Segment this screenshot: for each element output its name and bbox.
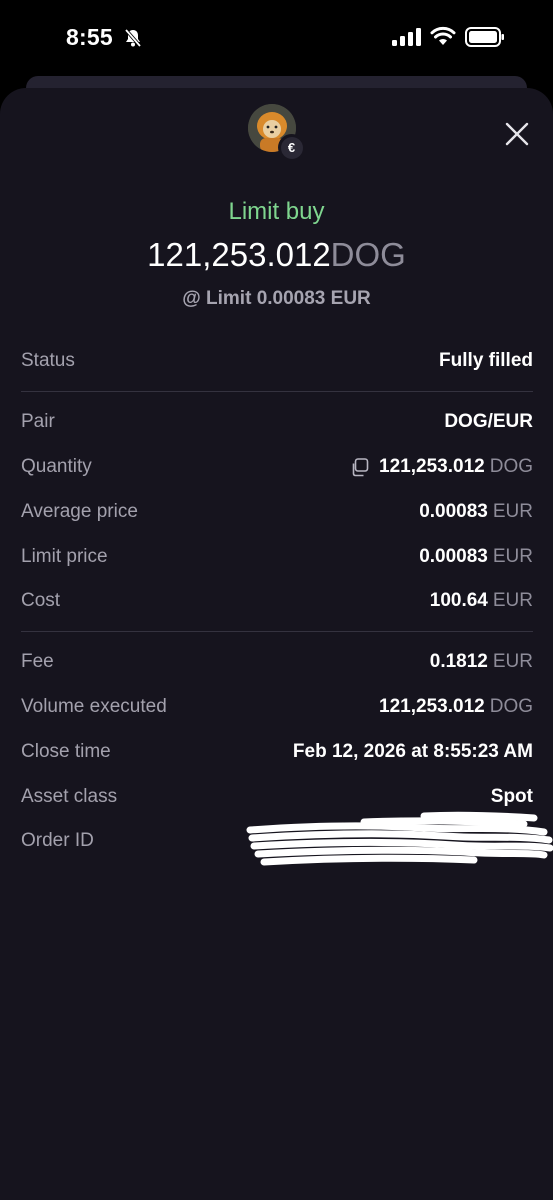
volume-executed-unit: DOG	[489, 696, 533, 717]
close-time-value: Feb 12, 2026 at 8:55:23 AM	[292, 741, 533, 762]
quantity-label: Quantity	[21, 456, 92, 477]
battery-icon	[465, 27, 504, 47]
limit-price-unit: EUR	[492, 546, 533, 567]
divider	[21, 631, 533, 632]
cost-label: Cost	[21, 590, 61, 611]
limit-price-row: Limit price 0.00083 EUR	[21, 542, 533, 572]
status-time: 8:55	[66, 24, 113, 50]
close-time-label: Close time	[21, 741, 111, 762]
asset-class-label: Asset class	[21, 786, 118, 807]
fee-row: Fee 0.1812 EUR	[21, 647, 533, 677]
order-detail-sheet: € Limit buy 121,253.012DOG @ Limit 0.000…	[0, 88, 553, 1200]
volume-executed-row: Volume executed 121,253.012 DOG	[21, 692, 533, 722]
quantity-value: 121,253.012	[379, 456, 485, 477]
pair-value: DOG/EUR	[444, 411, 533, 432]
order-type-label: Limit buy	[228, 198, 325, 225]
close-icon[interactable]	[503, 120, 531, 148]
redaction-scribble	[246, 811, 553, 866]
wifi-icon	[430, 26, 456, 45]
volume-executed-label: Volume executed	[21, 696, 167, 717]
limit-price-value-group: 0.00083 EUR	[419, 546, 533, 568]
copy-icon[interactable]	[350, 457, 369, 477]
cost-value: 100.64	[429, 590, 488, 611]
average-price-value-group: 0.00083 EUR	[419, 501, 533, 523]
pair-label: Pair	[21, 411, 55, 432]
cost-value-group: 100.64 EUR	[430, 590, 533, 612]
average-price-row: Average price 0.00083 EUR	[21, 497, 533, 527]
order-id-label: Order ID	[21, 830, 94, 851]
volume-executed-value: 121,253.012	[379, 696, 485, 717]
fee-value-group: 0.1812 EUR	[430, 651, 533, 673]
limit-price-label: Limit price	[21, 546, 108, 567]
average-price-value: 0.00083	[419, 501, 488, 522]
average-price-label: Average price	[21, 501, 138, 522]
limit-price-value: 0.00083	[419, 546, 488, 567]
limit-price-summary: @ Limit 0.00083 EUR	[182, 288, 371, 309]
status-bar: 8:55	[0, 0, 553, 80]
fee-label: Fee	[21, 651, 54, 672]
fee-unit: EUR	[492, 651, 533, 672]
volume-executed-value-group: 121,253.012 DOG	[379, 696, 533, 718]
divider	[21, 391, 533, 392]
fee-value: 0.1812	[429, 651, 488, 672]
average-price-unit: EUR	[492, 501, 533, 522]
pair-row: Pair DOG/EUR	[21, 407, 533, 437]
order-amount-unit: DOG	[330, 236, 406, 273]
quantity-unit: DOG	[489, 456, 533, 477]
cost-unit: EUR	[492, 590, 533, 611]
bell-slash-icon	[124, 28, 142, 48]
order-amount-value: 121,253.012	[147, 236, 331, 273]
status-row: Status Fully filled	[21, 346, 533, 376]
currency-badge: €	[278, 134, 305, 161]
close-time-row: Close time Feb 12, 2026 at 8:55:23 AM	[21, 737, 533, 767]
asset-class-value: Spot	[490, 786, 533, 807]
status-label: Status	[21, 350, 75, 371]
quantity-value-group[interactable]: 121,253.012 DOG	[350, 456, 533, 478]
euro-badge-symbol: €	[280, 136, 303, 159]
quantity-row: Quantity 121,253.012 DOG	[21, 452, 533, 482]
order-amount: 121,253.012DOG	[0, 236, 553, 274]
cost-row: Cost 100.64 EUR	[21, 586, 533, 616]
signal-icon	[392, 28, 421, 46]
status-value: Fully filled	[439, 350, 533, 371]
